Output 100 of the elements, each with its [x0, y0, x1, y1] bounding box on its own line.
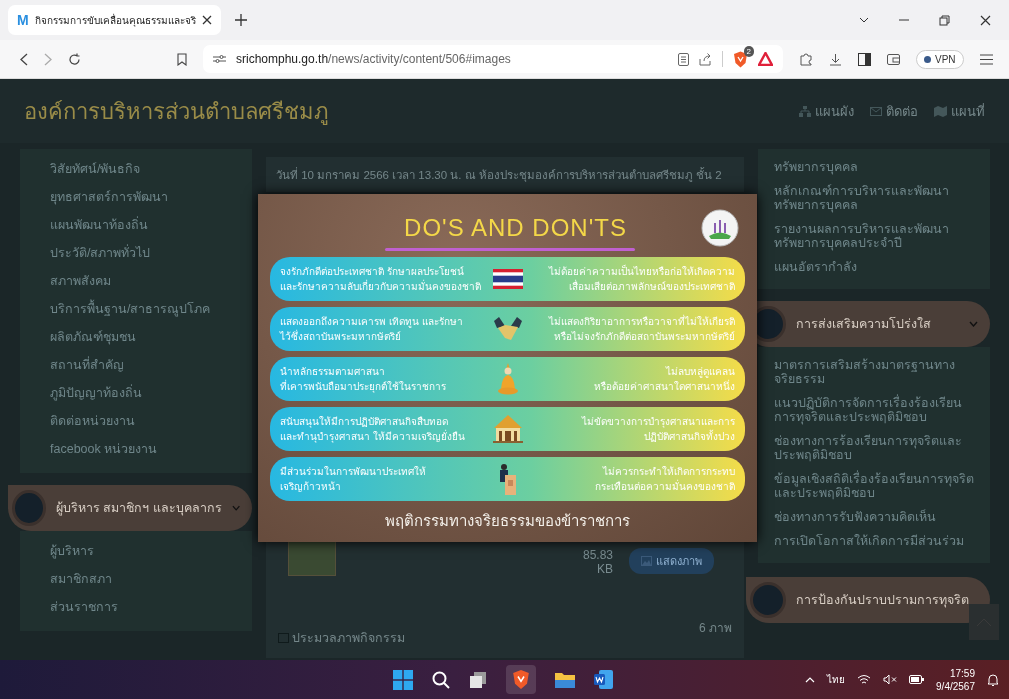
back-icon[interactable] [20, 52, 28, 66]
gallery-title: ประมวลภาพกิจกรรม [278, 618, 405, 658]
share-icon[interactable] [699, 52, 712, 66]
sidebar-link[interactable]: สภาพสังคม [50, 267, 240, 295]
reload-icon[interactable] [68, 52, 81, 66]
ball-icon [750, 582, 786, 618]
menu-icon[interactable] [979, 53, 993, 65]
url-text: srichomphu.go.th/news/activity/content/506#images [236, 52, 511, 66]
sidebar-link[interactable]: facebook หน่วยงาน [50, 435, 240, 463]
sidebar-link[interactable]: ช่องทางการรับฟังความคิดเห็น [774, 505, 978, 529]
top-nav-link[interactable]: แผนผัง [799, 100, 854, 122]
image-icon [641, 556, 652, 566]
sidebar-icon[interactable] [858, 52, 871, 66]
do-text: แสดงออกถึงความเคารพ เทิดทูน และรักษา ไว้ซึ่งสถาบันพระมหากษัตริย์ [280, 315, 464, 344]
restore-icon[interactable] [939, 14, 950, 26]
wifi-icon[interactable] [857, 674, 872, 685]
poster-title: DO'S AND DON'TS [404, 214, 627, 242]
podium-speaker-icon [497, 463, 518, 495]
chevron-up-icon[interactable] [805, 676, 816, 683]
mail-icon [870, 106, 882, 116]
chevron-down-icon [969, 321, 978, 327]
dont-text: ไม่ขัดขวางการบำรุงศาสนาและการ ปฏิบัติศาสนกิจทั้งปวง [580, 415, 735, 444]
do-text: สนับสนุนให้มีการปฏิบัติศาสนกิจสืบทอด และทำนุบำรุงศาสนา ให้มีความเจริญยั่งยืน [280, 415, 466, 444]
sidebar-link[interactable]: สถานที่สำคัญ [50, 351, 240, 379]
sidebar-link[interactable]: มาตรการเสริมสร้างมาตรฐานทางจริยธรรม [774, 353, 978, 391]
site-settings-icon[interactable] [213, 54, 226, 64]
puzzle-icon[interactable] [799, 52, 813, 66]
sidebar-link[interactable]: ข้อมูลเชิงสถิติเรื่องร้องเรียนการทุจริตและประพฤติมิชอบ [774, 467, 978, 505]
buddha-statue-icon [496, 363, 519, 395]
close-icon[interactable] [980, 14, 991, 26]
chevron-down-icon [231, 505, 240, 511]
download-icon[interactable] [829, 52, 842, 66]
sidebar-link[interactable]: แนวปฏิบัติการจัดการเรื่องร้องเรียนการทุจริตและประพฤติมิชอบ [774, 391, 978, 429]
sidebar-link[interactable]: ยุทธศาสตร์การพัฒนา [50, 183, 240, 211]
search-icon[interactable] [431, 670, 450, 689]
sidebar-link[interactable]: ทรัพยากรบุคคล [774, 155, 978, 179]
temple-icon [491, 415, 524, 443]
section-header[interactable]: ผู้บริหาร สมาชิกฯ และบุคลากร [8, 485, 252, 531]
section-title: การส่งเสริมความโปร่งใส [796, 316, 932, 333]
dont-text: ไม่ควรกระทำให้เกิดการกระทบ กระเทือนต่อความมั่นคงของชาติ [594, 465, 735, 494]
ball-icon [12, 490, 46, 526]
flag-icon [492, 269, 523, 289]
battery-icon[interactable] [909, 675, 925, 684]
bell-icon[interactable] [987, 672, 999, 687]
sidebar-link[interactable]: บริการพื้นฐาน/สาธารณูปโภค [50, 295, 240, 323]
site-logo-icon: M [17, 12, 29, 28]
section-header[interactable]: การป้องกันปราบปรามการทุจริต [746, 577, 990, 623]
folder-icon[interactable] [554, 671, 575, 688]
windows-icon[interactable] [392, 669, 413, 690]
do-text: มีส่วนร่วมในการพัฒนาประเทศให้ เจริญก้าวหน้า [280, 465, 427, 494]
browser-tab[interactable]: M กิจกรรมการขับเคลื่อนคุณธรรมและจริ [8, 5, 221, 35]
do-text: นำหลักธรรมตามศาสนา ที่เคารพนับถือมาประยุกต์ใช้ในราชการ [280, 365, 447, 394]
dont-text: ไม่แสดงกิริยาอาการหรือวาจาที่ไม่ให้เกียรติ หรือไม่จงรักภักดีต่อสถาบันพระมหากษัตริย์ [547, 314, 735, 344]
close-icon[interactable] [201, 15, 212, 25]
sidebar-link[interactable]: ผลิตภัณฑ์ชุมชน [50, 323, 240, 351]
sidebar-link[interactable]: รายงานผลการบริหารและพัฒนาทรัพยากรบุคคลประจำปี [774, 217, 978, 255]
clock-time: 17:59 [949, 666, 975, 680]
article-date-line: วันที่ 10 มกราคม 2566 เวลา 13.30 น. ณ ห้องประชุมองค์การบริหารส่วนตำบลศรีชมภู ชั้น 2 [276, 169, 722, 181]
sidebar-link[interactable]: แผนอัตรากำลัง [774, 255, 978, 279]
sidebar-link[interactable]: ติดต่อหน่วยงาน [50, 407, 240, 435]
section-title: ผู้บริหาร สมาชิกฯ และบุคลากร [55, 500, 222, 518]
new-tab-icon[interactable] [234, 14, 247, 26]
speaker-muted-icon[interactable] [883, 674, 898, 685]
top-nav-link[interactable]: แผนที่ [934, 100, 985, 122]
dont-text: ไม่ลบหลู่ดูแคลน หรือด้อยค่าศาสนาใดศาสนาหนึ่ง [593, 365, 735, 394]
sidebar-link[interactable]: ส่วนราชการ [50, 593, 240, 621]
clock[interactable]: 17:59 9/4/2567 [936, 666, 975, 693]
sidebar-link[interactable]: วิสัยทัศน์/พันธกิจ [50, 155, 240, 183]
reader-mode-icon[interactable] [678, 52, 689, 66]
map-icon [934, 105, 947, 117]
sitemap-icon [799, 105, 811, 117]
photo-count: 6 ภาพ [699, 620, 732, 637]
sidebar-link[interactable]: ผู้บริหาร [50, 537, 240, 565]
sidebar-link[interactable]: หลักเกณฑ์การบริหารและพัฒนาทรัพยากรบุคคล [774, 179, 978, 217]
sidebar-link[interactable]: แผนพัฒนาท้องถิ่น [50, 211, 240, 239]
bookmark-icon[interactable] [177, 52, 187, 66]
do-text: จงรักภักดีต่อประเทศชาติ รักษาผลประโยชน์ และรักษาความลับเกี่ยวกับความมั่นคงของชาติ [280, 265, 482, 294]
triangle-icon[interactable] [758, 52, 773, 66]
word-document-icon[interactable] [593, 670, 613, 689]
sidebar-link[interactable]: การเปิดโอกาสให้เกิดการมีส่วนร่วม [774, 529, 978, 553]
tab-title: กิจกรรมการขับเคลื่อนคุณธรรมและจริ [34, 12, 196, 28]
sidebar-link[interactable]: ช่องทางการร้องเรียนการทุจริตและประพฤติมิชอบ [774, 429, 978, 467]
view-image-button[interactable]: แสดงภาพ [629, 548, 714, 574]
clock-date: 9/4/2567 [936, 679, 975, 693]
input-language[interactable]: ไทย [827, 672, 846, 687]
sidebar-link[interactable]: สมาชิกสภา [50, 565, 240, 593]
file-size: 85.83 KB [581, 548, 613, 576]
poster-footer: พฤติกรรมทางจริยธรรมของข้าราชการ [270, 509, 745, 533]
task-view-icon[interactable] [468, 670, 487, 689]
notification-badge: 2 [743, 45, 754, 57]
dont-text: ไม่ด้อยค่าความเป็นไทยหรือก่อให้เกิดความ เสื่อมเสียต่อภาพลักษณ์ของประเทศชาติ [547, 264, 735, 294]
address-bar[interactable]: srichomphu.go.th/news/activity/content/506#images 2 [203, 45, 783, 73]
sidebar-link[interactable]: ภูมิปัญญาท้องถิ่น [50, 379, 240, 407]
chevron-down-icon[interactable] [859, 17, 869, 23]
sidebar-link[interactable]: ประวัติ/สภาพทั่วไป [50, 239, 240, 267]
vpn-button[interactable]: VPN [916, 49, 964, 69]
section-title: การป้องกันปราบปรามการทุจริต [796, 592, 970, 610]
wallet-icon[interactable] [887, 52, 900, 66]
site-title: องค์การบริหารส่วนตำบลศรีชมภู [24, 97, 329, 127]
top-nav-link[interactable]: ติดต่อ [870, 100, 918, 122]
